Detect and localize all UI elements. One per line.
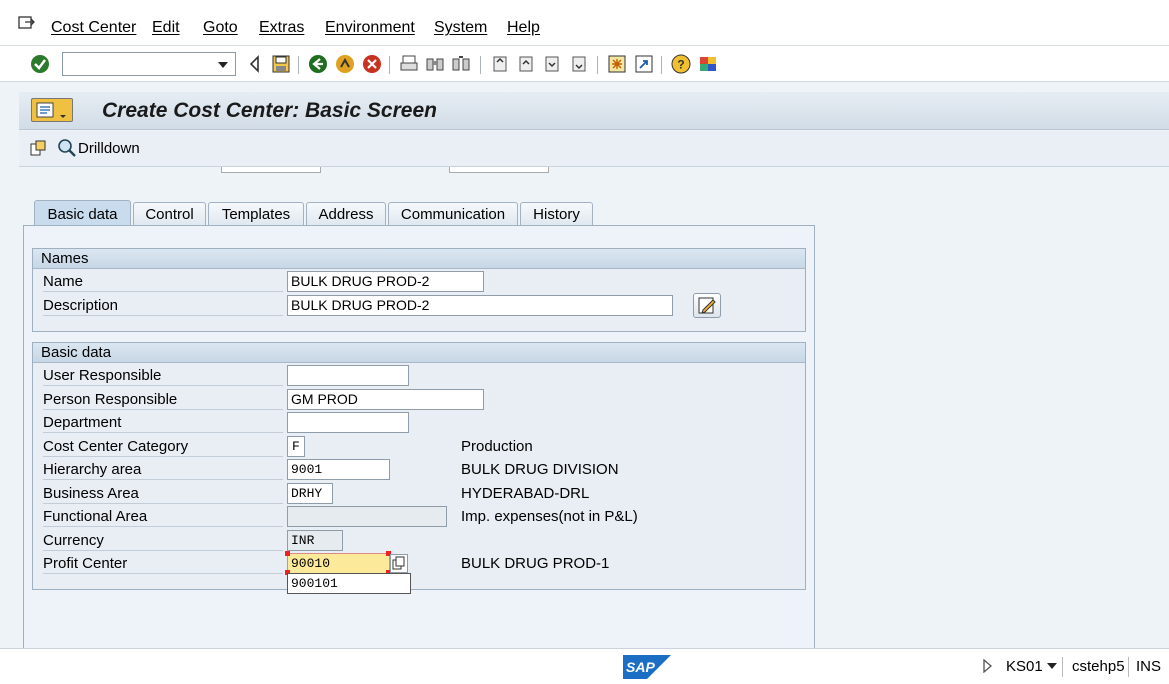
- cost-center-category-field[interactable]: F: [287, 436, 305, 457]
- svg-text:SAP: SAP: [626, 659, 655, 675]
- hierarchy-area-text: BULK DRUG DIVISION: [461, 461, 619, 478]
- menu-system[interactable]: System: [434, 19, 487, 37]
- functional-area-field[interactable]: [287, 506, 447, 527]
- create-session-icon[interactable]: [607, 54, 627, 74]
- tab-templates[interactable]: Templates: [208, 202, 304, 226]
- cost-center-category-label: Cost Center Category: [43, 436, 283, 457]
- tab-control[interactable]: Control: [133, 202, 206, 226]
- title-bar: Create Cost Center: Basic Screen: [19, 92, 1169, 130]
- business-area-field[interactable]: DRHY: [287, 483, 333, 504]
- status-expand-icon[interactable]: [982, 659, 992, 673]
- cost-center-category-text: Production: [461, 438, 533, 455]
- valid-from-row-cutoff: [19, 167, 819, 175]
- description-field[interactable]: BULK DRUG PROD-2: [287, 295, 673, 316]
- profit-center-label: Profit Center: [43, 553, 283, 574]
- other-cost-center-icon[interactable]: [29, 139, 47, 157]
- exit-icon[interactable]: [335, 54, 355, 74]
- functional-area-label: Functional Area: [43, 506, 283, 527]
- name-field[interactable]: BULK DRUG PROD-2: [287, 271, 484, 292]
- copy-search-help-icon: [392, 556, 405, 570]
- sap-logo-icon: SAP: [623, 655, 671, 679]
- user-responsible-field[interactable]: [287, 365, 409, 386]
- profit-center-suggestion-item[interactable]: 900101: [287, 573, 411, 594]
- business-area-text: HYDERABAD-DRL: [461, 485, 590, 502]
- profit-center-text: BULK DRUG PROD-1: [461, 555, 610, 572]
- cancel-icon[interactable]: [362, 54, 382, 74]
- names-group-header: Names: [33, 249, 805, 269]
- command-field[interactable]: [62, 52, 236, 76]
- previous-page-icon[interactable]: [516, 54, 536, 74]
- department-label: Department: [43, 412, 283, 433]
- user-responsible-label: User Responsible: [43, 365, 283, 386]
- functional-area-text: Imp. expenses(not in P&L): [461, 508, 638, 525]
- pencil-edit-icon: [698, 297, 716, 314]
- tab-communication[interactable]: Communication: [388, 202, 518, 226]
- menu-environment[interactable]: Environment: [325, 19, 415, 37]
- help-icon[interactable]: ?: [671, 54, 691, 74]
- print-icon[interactable]: [399, 54, 419, 74]
- collapse-left-icon[interactable]: [245, 54, 265, 74]
- last-page-icon[interactable]: [569, 54, 589, 74]
- status-transaction: KS01: [1006, 658, 1043, 675]
- status-insert-mode: INS: [1136, 658, 1162, 675]
- find-icon[interactable]: [425, 54, 445, 74]
- status-server: cstehp5: [1072, 658, 1125, 675]
- find-next-icon[interactable]: [451, 54, 471, 74]
- save-icon[interactable]: [271, 54, 291, 74]
- tab-basic-data[interactable]: Basic data: [34, 200, 131, 227]
- next-page-icon[interactable]: [542, 54, 562, 74]
- menu-cost-center[interactable]: Cost Center: [51, 19, 136, 37]
- person-responsible-label: Person Responsible: [43, 389, 283, 410]
- currency-label: Currency: [43, 530, 283, 551]
- shortcut-icon[interactable]: [634, 54, 654, 74]
- menu-bar: Cost Center Edit Goto Extras Environment…: [0, 0, 1169, 46]
- menu-extras[interactable]: Extras: [259, 19, 304, 37]
- business-area-label: Business Area: [43, 483, 283, 504]
- name-label: Name: [43, 271, 283, 292]
- application-toolbar: Drilldown: [19, 131, 1169, 167]
- page-title: Create Cost Center: Basic Screen: [102, 99, 437, 122]
- svg-text:?: ?: [677, 58, 684, 72]
- department-field[interactable]: [287, 412, 409, 433]
- profit-center-search-help-button[interactable]: [390, 554, 408, 573]
- basic-data-group-header: Basic data: [33, 343, 805, 363]
- menu-goto[interactable]: Goto: [203, 19, 238, 37]
- drilldown-icon[interactable]: [57, 138, 77, 158]
- profit-center-field[interactable]: 90010: [287, 553, 390, 574]
- enter-check-icon[interactable]: [30, 54, 50, 74]
- drilldown-button[interactable]: Drilldown: [78, 140, 140, 157]
- person-responsible-field[interactable]: GM PROD: [287, 389, 484, 410]
- long-text-edit-button[interactable]: [693, 293, 721, 318]
- description-label: Description: [43, 295, 283, 316]
- back-icon[interactable]: [308, 54, 328, 74]
- hierarchy-area-label: Hierarchy area: [43, 459, 283, 480]
- status-dropdown-icon[interactable]: [1047, 663, 1057, 669]
- menu-help[interactable]: Help: [507, 19, 540, 37]
- status-bar: SAP KS01 cstehp5 INS: [0, 648, 1169, 684]
- customize-layout-icon[interactable]: [698, 54, 718, 74]
- chevron-down-icon[interactable]: [218, 62, 228, 68]
- sap-menu-badge-icon[interactable]: [31, 98, 73, 122]
- tab-address[interactable]: Address: [306, 202, 386, 226]
- standard-toolbar: ?: [0, 46, 1169, 82]
- menu-edit[interactable]: Edit: [152, 19, 180, 37]
- hierarchy-area-field[interactable]: 9001: [287, 459, 390, 480]
- currency-field[interactable]: INR: [287, 530, 343, 551]
- tab-history[interactable]: History: [520, 202, 593, 226]
- menu-window-icon[interactable]: [18, 16, 36, 31]
- first-page-icon[interactable]: [490, 54, 510, 74]
